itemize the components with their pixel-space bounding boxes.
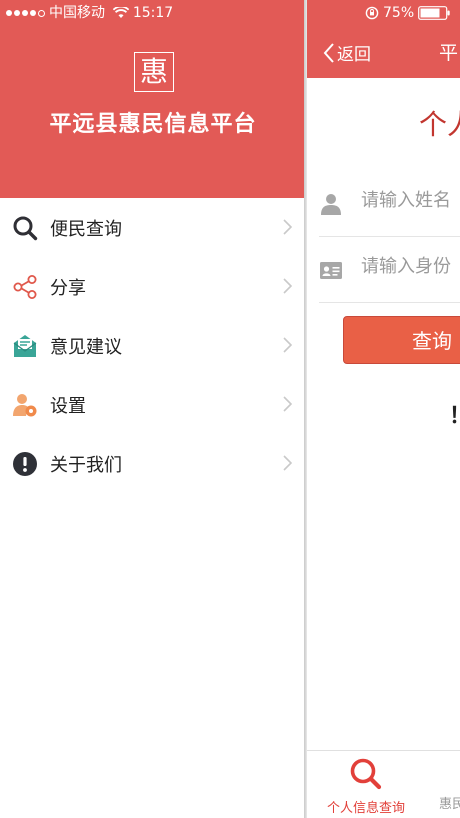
- search-icon: [350, 758, 382, 790]
- back-label: 返回: [337, 45, 371, 65]
- app-name: 平远县惠民信息平台: [49, 112, 257, 137]
- menu-item-label: 便民查询: [50, 218, 122, 240]
- menu-item-label: 意见建议: [50, 336, 122, 358]
- partial-text: ！: [449, 398, 460, 430]
- app-logo: 惠: [134, 52, 174, 92]
- user-settings-icon: [11, 391, 39, 419]
- nav-title: 平: [439, 42, 459, 64]
- chevron-left-icon: [323, 42, 334, 63]
- menu-item-about-us[interactable]: 关于我们: [0, 434, 306, 493]
- chevron-right-icon: [283, 219, 293, 235]
- menu-item-feedback[interactable]: 意见建议: [0, 316, 306, 375]
- main-panel[interactable]: 75% 返回 平 个人 查询: [307, 0, 460, 818]
- drawer-menu: 便民查询 分享 意见建议 设置 关于我们: [0, 198, 306, 493]
- person-icon: [321, 194, 341, 215]
- tab-huimin[interactable]: 惠民: [439, 793, 460, 812]
- status-time: 15:17: [132, 5, 174, 21]
- chevron-right-icon: [283, 278, 293, 294]
- menu-item-settings[interactable]: 设置: [0, 375, 306, 434]
- share-icon: [11, 273, 39, 301]
- tab-label: 个人信息查询: [326, 801, 405, 816]
- feedback-envelope-icon: [11, 332, 39, 360]
- id-card-icon: [320, 262, 342, 279]
- query-button[interactable]: 查询: [343, 316, 460, 364]
- tab-personal-info-query[interactable]: 个人信息查询: [321, 757, 411, 816]
- info-icon: [11, 450, 39, 478]
- name-field-row: [319, 172, 460, 237]
- search-icon: [11, 214, 39, 242]
- menu-item-label: 关于我们: [50, 454, 122, 476]
- chevron-right-icon: [283, 337, 293, 353]
- orientation-lock-icon: [365, 6, 379, 20]
- menu-item-share[interactable]: 分享: [0, 257, 306, 316]
- battery-icon: [418, 6, 450, 20]
- side-drawer: 中国移动 15:17 惠 平远县惠民信息平台 便民查询 分享 意见建议 设置 关…: [0, 0, 306, 818]
- menu-item-label: 分享: [50, 277, 86, 299]
- tab-bar: 个人信息查询 惠民: [307, 750, 460, 818]
- name-input[interactable]: [361, 190, 460, 211]
- page-title: 个人: [419, 108, 460, 141]
- battery-percent: 75%: [383, 5, 415, 21]
- back-button[interactable]: 返回: [323, 40, 371, 65]
- chevron-right-icon: [283, 396, 293, 412]
- menu-item-label: 设置: [50, 395, 86, 417]
- id-field-row: [319, 238, 460, 303]
- menu-item-convenience-query[interactable]: 便民查询: [0, 198, 306, 257]
- drawer-header: 中国移动 15:17 惠 平远县惠民信息平台: [0, 0, 306, 198]
- nav-bar: 75% 返回 平: [307, 0, 460, 78]
- id-number-input[interactable]: [361, 256, 460, 277]
- status-right: 75%: [365, 0, 452, 26]
- chevron-right-icon: [283, 455, 293, 471]
